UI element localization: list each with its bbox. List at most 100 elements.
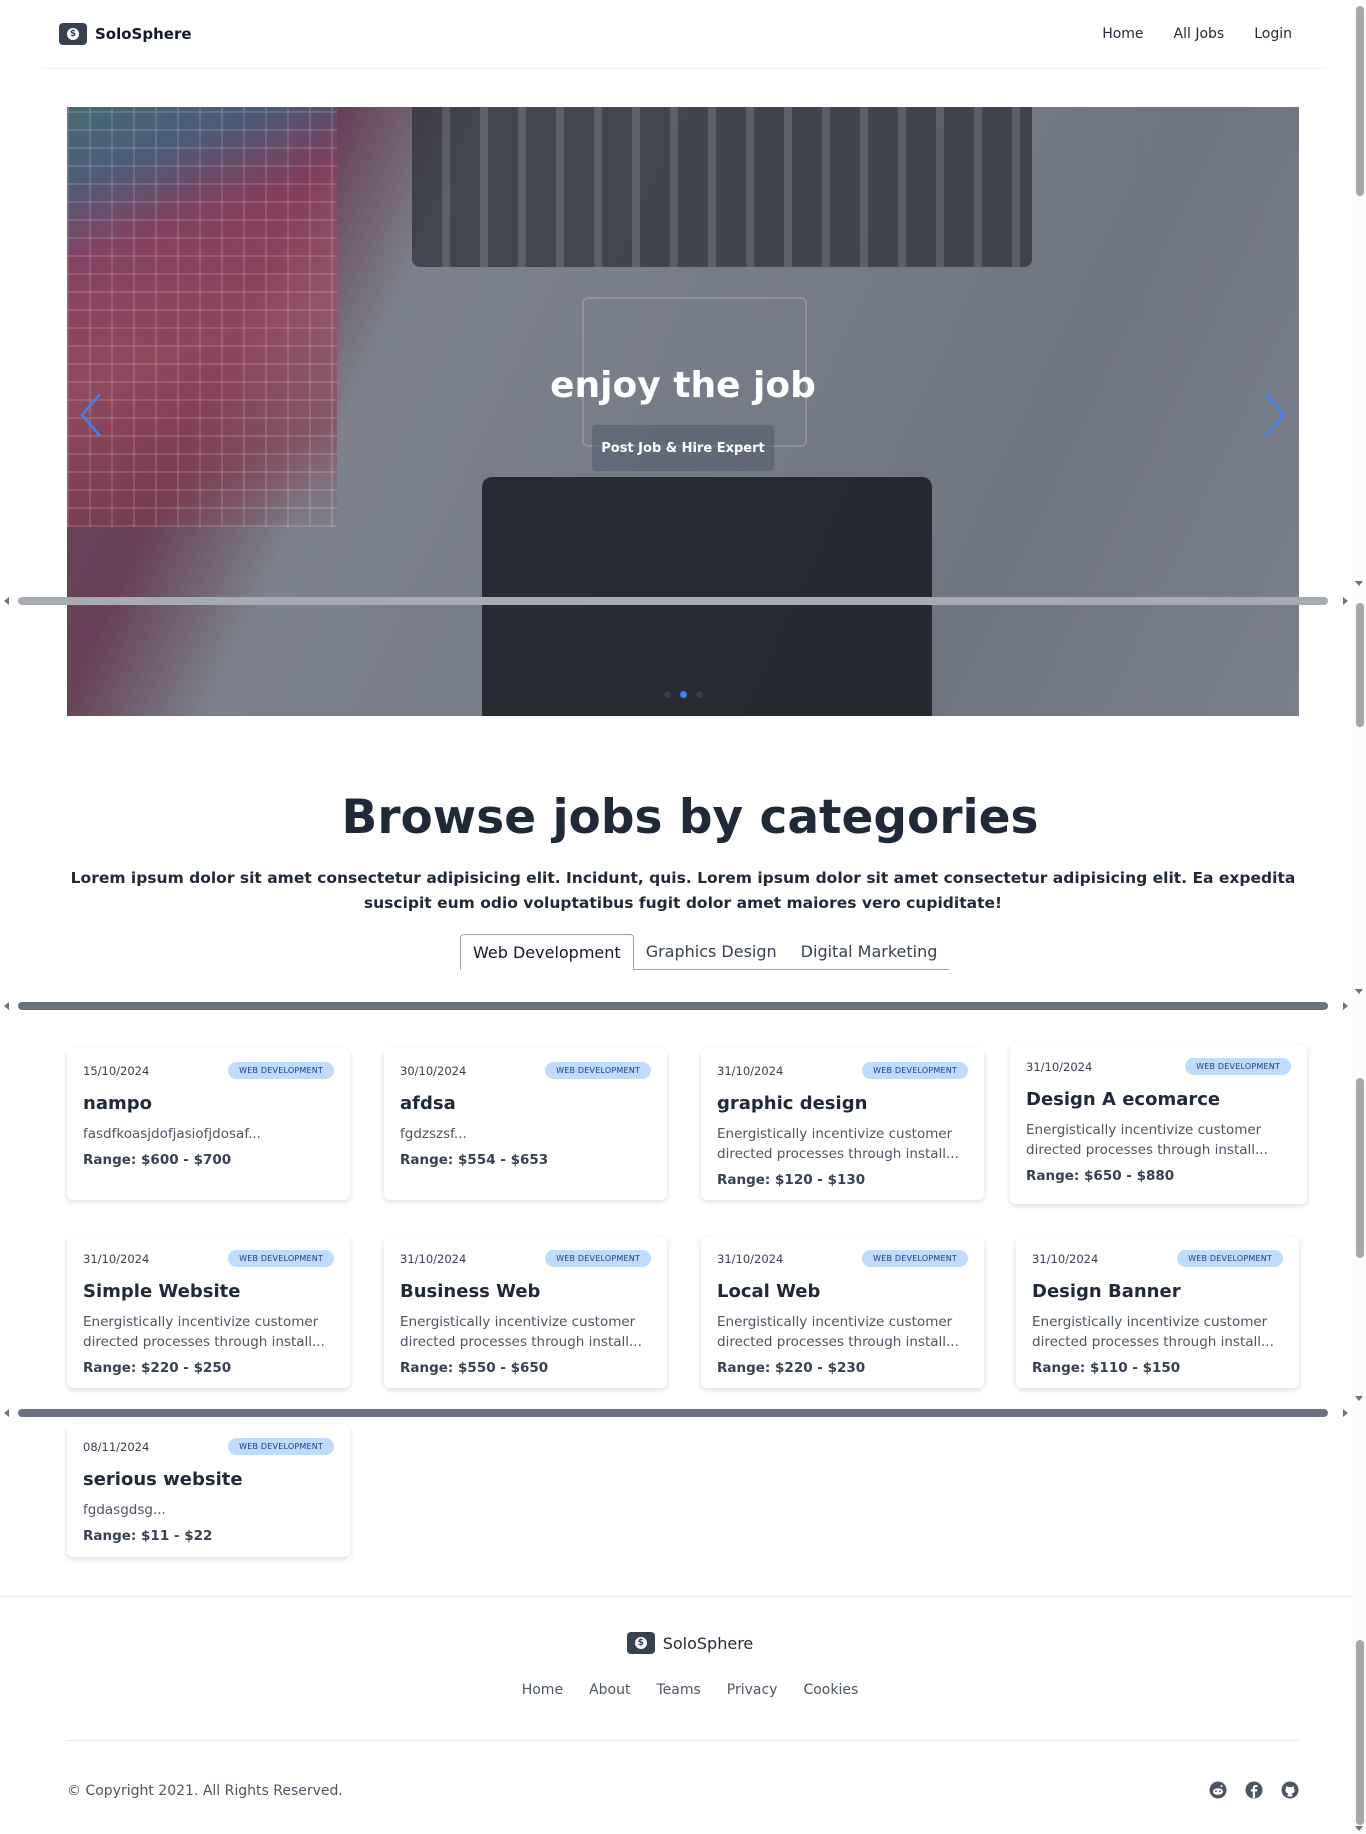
footer-brand-name: SoloSphere — [662, 1633, 754, 1653]
carousel-prev-icon[interactable] — [76, 390, 106, 440]
category-tabs: Web Development Graphics Design Digital … — [460, 934, 950, 970]
social-links — [1209, 1781, 1299, 1799]
job-title: afdsa — [400, 1093, 456, 1114]
nav-link-login[interactable]: Login — [1239, 18, 1307, 50]
category-badge: WEB DEVELOPMENT — [1177, 1250, 1283, 1267]
vertical-scroll-thumb[interactable] — [1356, 603, 1364, 727]
scroll-right-arrow-icon[interactable] — [1343, 597, 1348, 605]
carousel-next-icon[interactable] — [1260, 390, 1290, 440]
category-badge: WEB DEVELOPMENT — [545, 1062, 651, 1079]
brand[interactable]: $ SoloSphere — [59, 23, 192, 45]
hero-background-swatches — [67, 107, 337, 527]
category-badge: WEB DEVELOPMENT — [862, 1062, 968, 1079]
category-badge: WEB DEVELOPMENT — [228, 1062, 334, 1079]
job-card[interactable]: 31/10/2024 WEB DEVELOPMENT Design A ecom… — [1010, 1044, 1307, 1204]
footer-separator — [67, 1740, 1299, 1741]
github-icon[interactable] — [1281, 1781, 1299, 1799]
scroll-left-arrow-icon[interactable] — [4, 1409, 9, 1417]
facebook-icon[interactable] — [1245, 1781, 1263, 1799]
job-range: Range: $220 - $250 — [83, 1360, 232, 1376]
scroll-down-arrow-icon[interactable] — [1355, 989, 1363, 994]
brand-logo-icon: $ — [626, 1632, 655, 1654]
category-badge: WEB DEVELOPMENT — [228, 1250, 334, 1267]
scroll-thumb[interactable] — [18, 597, 1328, 605]
nav-link-home[interactable]: Home — [1087, 18, 1158, 50]
hero-background-keyboard — [412, 107, 1032, 267]
tab-graphics-design[interactable]: Graphics Design — [634, 934, 789, 969]
footer-link-teams[interactable]: Teams — [643, 1682, 713, 1698]
job-title: Design A ecomarce — [1026, 1089, 1221, 1110]
scroll-thumb[interactable] — [18, 1002, 1328, 1010]
scroll-down-arrow-icon[interactable] — [1355, 1396, 1363, 1401]
vertical-scroll-thumb[interactable] — [1356, 6, 1364, 196]
copyright-text: © Copyright 2021. All Rights Reserved. — [67, 1783, 343, 1799]
horizontal-scrollbar-1[interactable] — [0, 594, 1352, 606]
job-description: Energistically incentivize customer dire… — [1032, 1314, 1274, 1350]
job-title: Simple Website — [83, 1281, 241, 1302]
nav-links: Home All Jobs Login — [1087, 18, 1307, 50]
job-range: Range: $11 - $22 — [83, 1528, 213, 1544]
category-badge: WEB DEVELOPMENT — [1185, 1058, 1291, 1075]
post-job-button[interactable]: Post Job & Hire Expert — [592, 425, 774, 471]
job-range: Range: $120 - $130 — [717, 1172, 866, 1188]
job-description: fgdzszsf... — [400, 1126, 467, 1142]
vertical-scroll-thumb[interactable] — [1356, 1640, 1364, 1825]
footer-brand[interactable]: $ SoloSphere — [0, 1632, 1366, 1654]
scroll-left-arrow-icon[interactable] — [4, 1002, 9, 1010]
job-description: fasdfkoasjdofjasiofjdosaf... — [83, 1126, 261, 1142]
hero-carousel: enjoy the job Post Job & Hire Expert — [67, 107, 1299, 716]
carousel-dot-2[interactable] — [679, 691, 687, 698]
reddit-icon[interactable] — [1209, 1781, 1227, 1799]
job-title: Design Banner — [1032, 1281, 1181, 1302]
job-card[interactable]: 08/11/2024 WEB DEVELOPMENT serious websi… — [67, 1424, 350, 1557]
tab-digital-marketing[interactable]: Digital Marketing — [789, 934, 950, 969]
job-title: graphic design — [717, 1093, 868, 1114]
job-range: Range: $554 - $653 — [400, 1152, 549, 1168]
navbar: $ SoloSphere Home All Jobs Login — [41, 0, 1325, 69]
vertical-scrollbar[interactable] — [1352, 0, 1366, 1834]
job-range: Range: $550 - $650 — [400, 1360, 549, 1376]
job-description: Energistically incentivize customer dire… — [400, 1314, 642, 1350]
tab-web-development[interactable]: Web Development — [460, 934, 634, 970]
footer-link-about[interactable]: About — [576, 1682, 643, 1698]
job-date: 15/10/2024 — [83, 1063, 150, 1078]
scroll-left-arrow-icon[interactable] — [4, 597, 9, 605]
footer-link-privacy[interactable]: Privacy — [714, 1682, 791, 1698]
job-title: Business Web — [400, 1281, 541, 1302]
job-card[interactable]: 31/10/2024 WEB DEVELOPMENT Design Banner… — [1016, 1236, 1299, 1388]
job-date: 31/10/2024 — [1032, 1251, 1099, 1266]
job-range: Range: $220 - $230 — [717, 1360, 866, 1376]
footer-link-cookies[interactable]: Cookies — [790, 1682, 871, 1698]
brand-name: SoloSphere — [95, 25, 192, 43]
scroll-down-arrow-icon[interactable] — [1355, 581, 1363, 586]
carousel-dot-3[interactable] — [695, 691, 703, 698]
scroll-right-arrow-icon[interactable] — [1343, 1002, 1348, 1010]
brand-logo-icon: $ — [59, 23, 87, 45]
category-badge: WEB DEVELOPMENT — [545, 1250, 651, 1267]
job-date: 31/10/2024 — [717, 1063, 784, 1078]
scroll-thumb[interactable] — [18, 1409, 1328, 1417]
job-description: Energistically incentivize customer dire… — [717, 1126, 959, 1162]
horizontal-scrollbar-3[interactable] — [0, 1406, 1352, 1418]
vertical-scroll-thumb[interactable] — [1356, 1078, 1364, 1258]
footer-divider — [0, 1596, 1352, 1597]
section-description: Lorem ipsum dolor sit amet consectetur a… — [70, 869, 1296, 912]
job-date: 08/11/2024 — [83, 1439, 150, 1454]
job-title: nampo — [83, 1093, 152, 1114]
job-card[interactable]: 31/10/2024 WEB DEVELOPMENT Local Web Ene… — [701, 1236, 984, 1388]
footer-link-home[interactable]: Home — [509, 1682, 576, 1698]
nav-link-all-jobs[interactable]: All Jobs — [1159, 18, 1240, 50]
horizontal-scrollbar-2[interactable] — [0, 999, 1352, 1011]
job-card[interactable]: 31/10/2024 WEB DEVELOPMENT Simple Websit… — [67, 1236, 350, 1388]
job-card[interactable]: 31/10/2024 WEB DEVELOPMENT Business Web … — [384, 1236, 667, 1388]
job-card[interactable]: 15/10/2024 WEB DEVELOPMENT nampo fasdfko… — [67, 1048, 350, 1200]
job-card[interactable]: 31/10/2024 WEB DEVELOPMENT graphic desig… — [701, 1048, 984, 1200]
category-badge: WEB DEVELOPMENT — [228, 1438, 334, 1455]
job-description: fgdasgdsg... — [83, 1502, 166, 1518]
carousel-dot-1[interactable] — [663, 691, 671, 698]
job-description: Energistically incentivize customer dire… — [717, 1314, 959, 1350]
scroll-down-arrow-icon[interactable] — [1355, 1826, 1363, 1831]
job-card[interactable]: 30/10/2024 WEB DEVELOPMENT afdsa fgdzszs… — [384, 1048, 667, 1200]
scroll-right-arrow-icon[interactable] — [1343, 1409, 1348, 1417]
job-title: Local Web — [717, 1281, 821, 1302]
